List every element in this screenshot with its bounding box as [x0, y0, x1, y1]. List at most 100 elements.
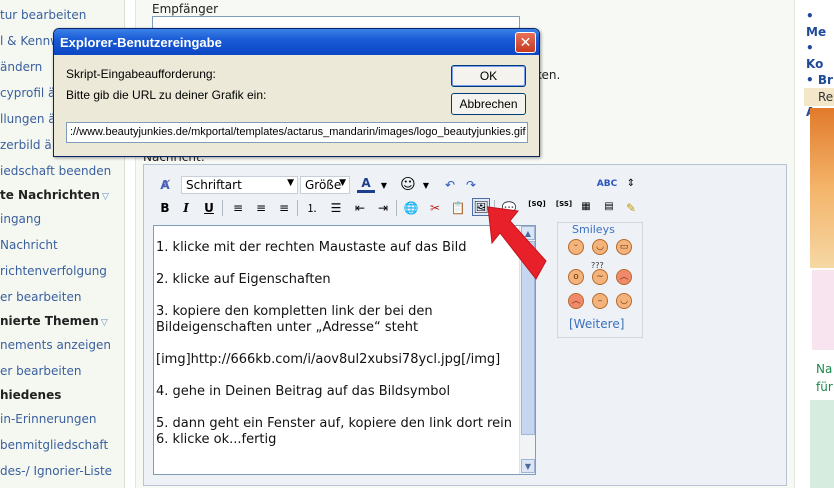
toolbar-divider [396, 200, 397, 216]
sidebar-item-label: l & Kennw [0, 34, 60, 48]
chevron-down-icon[interactable]: ▼ [375, 176, 393, 194]
sidebar-item[interactable]: benmitgliedschaft [0, 438, 108, 452]
right-link[interactable]: • Br [806, 72, 834, 88]
close-icon[interactable]: ✕ [515, 32, 536, 53]
sidebar-section-label: te Nachrichten [0, 188, 100, 202]
ad-product[interactable] [812, 270, 834, 350]
bold-icon[interactable]: B [156, 199, 174, 217]
sidebar-item[interactable]: richtenverfolgung [0, 264, 107, 278]
sidebar-section-label: hiedenes [0, 388, 62, 402]
ok-button[interactable]: OK [451, 65, 526, 87]
italic-icon[interactable]: I [177, 199, 195, 217]
redo-icon[interactable]: ↷ [462, 176, 480, 194]
align-right-icon[interactable]: ≡ [275, 199, 293, 217]
emoticon-icon[interactable]: ☺ [399, 175, 417, 193]
sidebar-item[interactable]: er bearbeiten [0, 290, 81, 304]
red-arrow-annotation [487, 206, 547, 280]
toolbar-divider [222, 200, 223, 216]
sidebar-section-messages[interactable]: te Nachrichten ▽ [0, 188, 109, 202]
smiley-sad-icon[interactable]: ︵ [568, 293, 584, 309]
sidebar-item-label: ändern [0, 60, 43, 74]
ordered-list-icon[interactable]: ⒈ [303, 199, 321, 217]
image-grid-icon[interactable]: ▤ [600, 197, 618, 215]
sidebar-item-label: llungen ä [0, 112, 56, 126]
smileys-panel: Smileys ᵕ ◡ ▭ ??? o ~ ︵ ︵ – ◡ [Weitere] [557, 222, 643, 338]
smiley-confused-icon[interactable]: ~ [592, 269, 608, 285]
sidebar-item[interactable]: ändern [0, 60, 42, 74]
message-textarea[interactable]: 1. klicke mit der rechten Maustaste auf … [153, 225, 536, 475]
font-select-label: Schriftart [186, 178, 242, 192]
font-select[interactable]: Schriftart ▼ [181, 176, 298, 194]
sidebar-item[interactable]: llungen ä [0, 112, 56, 126]
more-smileys-link[interactable]: [Weitere] [569, 317, 624, 331]
smiley-happy-icon[interactable]: ◡ [592, 239, 608, 255]
toolbar-divider [297, 200, 298, 216]
indent-icon[interactable]: ⇥ [374, 199, 392, 217]
sidebar-item[interactable]: er bearbeiten [0, 364, 81, 378]
php-tag-icon[interactable]: [SS] [555, 195, 573, 213]
sidebar-item-label: Nachricht [0, 238, 58, 252]
sidebar-item[interactable]: Nachricht [0, 238, 58, 252]
sidebar-item[interactable]: nements anzeigen [0, 338, 111, 352]
collapse-icon[interactable]: ▽ [102, 192, 109, 202]
right-link-label: Me [806, 25, 827, 39]
ad-image[interactable] [810, 108, 834, 268]
right-link[interactable]: • Me [806, 8, 834, 40]
attachment-icon[interactable]: 📋 [449, 199, 467, 217]
collapse-icon[interactable]: ▽ [101, 318, 108, 328]
outdent-icon[interactable]: ⇤ [351, 199, 369, 217]
sidebar-item[interactable]: ingang [0, 212, 41, 226]
resize-icon[interactable]: ⇕ [622, 174, 640, 192]
align-center-icon[interactable]: ≡ [252, 199, 270, 217]
cancel-button[interactable]: Abbrechen [451, 93, 526, 115]
dialog-titlebar[interactable]: Explorer-Benutzereingabe [54, 29, 539, 55]
smiley-surprised-icon[interactable]: o [568, 269, 584, 285]
insert-link-icon[interactable]: 🌐 [402, 199, 420, 217]
sidebar-item[interactable]: tur bearbeiten [0, 8, 86, 22]
font-color-icon[interactable]: A [357, 175, 375, 193]
sidebar-section-misc: hiedenes [0, 388, 61, 402]
smiley-smile-icon[interactable]: ᵕ [568, 239, 584, 255]
smiley-grin-icon[interactable]: ▭ [616, 239, 632, 255]
chevron-down-icon[interactable]: ▼ [417, 176, 435, 194]
undo-icon[interactable]: ↶ [441, 176, 459, 194]
wysiwyg-toggle-icon[interactable]: Ⱥ [156, 176, 174, 194]
right-link-label: Br [817, 73, 833, 87]
url-input[interactable]: ://www.beautyjunkies.de/mkportal/templat… [66, 122, 528, 143]
wand-icon[interactable]: ✎ [622, 199, 640, 217]
sidebar-item[interactable]: iedschaft beenden [0, 164, 111, 178]
align-left-icon[interactable]: ≡ [229, 199, 247, 217]
sidebar-item-label: in-Erinnerungen [0, 412, 97, 426]
ad-text-line: Na [816, 362, 833, 376]
spellcheck-icon[interactable]: ABC [597, 175, 617, 193]
prompt-question: Bitte gib die URL zu deiner Grafik ein: [66, 88, 267, 102]
sidebar-item-label: er bearbeiten [0, 290, 82, 304]
sidebar-section-label: nierte Themen [0, 314, 99, 328]
sidebar-item[interactable]: in-Erinnerungen [0, 412, 96, 426]
smiley-wink-icon[interactable]: ◡ [616, 293, 632, 309]
chevron-down-icon: ▼ [339, 178, 346, 188]
ad-header: Re [804, 88, 834, 106]
sidebar-item[interactable]: des-/ Ignorier-Liste [0, 464, 112, 478]
size-select[interactable]: Größe ▼ [300, 176, 350, 194]
message-text: 1. klicke mit der rechten Maustaste auf … [156, 240, 512, 447]
prompt-label: Skript-Eingabeaufforderung: [66, 67, 216, 81]
smiley-angry-icon[interactable]: ︵ [616, 269, 632, 285]
remove-link-icon[interactable]: ✂ [426, 199, 444, 217]
dialog-title: Explorer-Benutzereingabe [60, 35, 222, 50]
sidebar-item-label: ingang [0, 212, 42, 226]
ad-text: Na für [816, 360, 833, 396]
sidebar-item-label: zerbild ä [0, 138, 52, 152]
unordered-list-icon[interactable]: ☰ [327, 199, 345, 217]
right-link[interactable]: • Ko [806, 40, 834, 72]
sidebar-section-topics[interactable]: nierte Themen ▽ [0, 314, 108, 328]
sidebar-item-label: er bearbeiten [0, 364, 82, 378]
table-icon[interactable]: ▦ [577, 197, 595, 215]
underline-icon[interactable]: U [200, 199, 218, 217]
smiley-neutral-icon[interactable]: – [592, 293, 608, 309]
right-link-label: Ko [806, 57, 824, 71]
sidebar-item[interactable]: l & Kennw [0, 34, 60, 48]
scroll-down-icon[interactable]: ▼ [521, 459, 535, 473]
url-prompt-dialog: Explorer-Benutzereingabe ✕ Skript-Eingab… [53, 28, 540, 157]
sidebar-item[interactable]: zerbild ä [0, 138, 52, 152]
